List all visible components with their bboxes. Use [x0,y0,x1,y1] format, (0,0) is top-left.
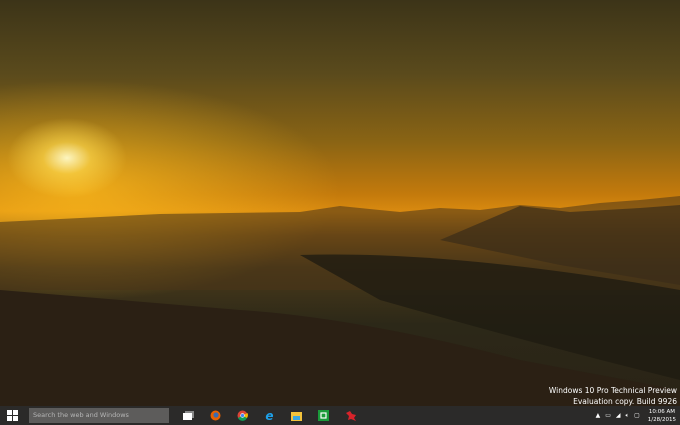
evaluation-watermark: Windows 10 Pro Technical Preview Evaluat… [549,385,677,407]
task-view-button[interactable] [175,406,202,425]
app-red-icon [345,411,356,421]
firefox-icon [210,410,221,421]
task-view-icon [183,411,194,420]
internet-explorer-button[interactable]: e [256,406,283,425]
clock-time: 10:06 AM [648,408,675,415]
start-button[interactable] [0,406,24,425]
red-app-button[interactable] [337,406,364,425]
show-hidden-icons-icon[interactable]: ▲ [596,412,601,419]
clock-date: 1/28/2015 [647,416,676,423]
volume-icon[interactable]: 🔈︎ [626,412,630,420]
network-icon[interactable]: ◢ [616,412,621,419]
desktop-wallpaper [0,0,680,406]
chrome-button[interactable] [229,406,256,425]
system-tray: ▲ ▭ ◢ 🔈︎ ▢ 10:06 AM 1/28/2015 [596,408,680,424]
watermark-edition: Windows 10 Pro Technical Preview [548,386,677,395]
taskbar: Search the web and Windows e ▲ ▭ ◢ 🔈︎ ▢ … [0,406,680,425]
action-center-icon[interactable]: ▢ [634,412,640,419]
search-input[interactable]: Search the web and Windows [29,408,169,423]
clock[interactable]: 10:06 AM 1/28/2015 [648,408,676,424]
store-icon [318,410,329,421]
firefox-button[interactable] [202,406,229,425]
chrome-icon [237,410,248,421]
store-button[interactable] [310,406,337,425]
file-explorer-button[interactable] [283,406,310,425]
battery-icon[interactable]: ▭ [605,412,611,419]
file-explorer-icon [291,411,302,421]
windows-logo-icon [6,410,18,421]
landscape-wallpaper [0,196,680,406]
internet-explorer-icon: e [265,408,274,423]
